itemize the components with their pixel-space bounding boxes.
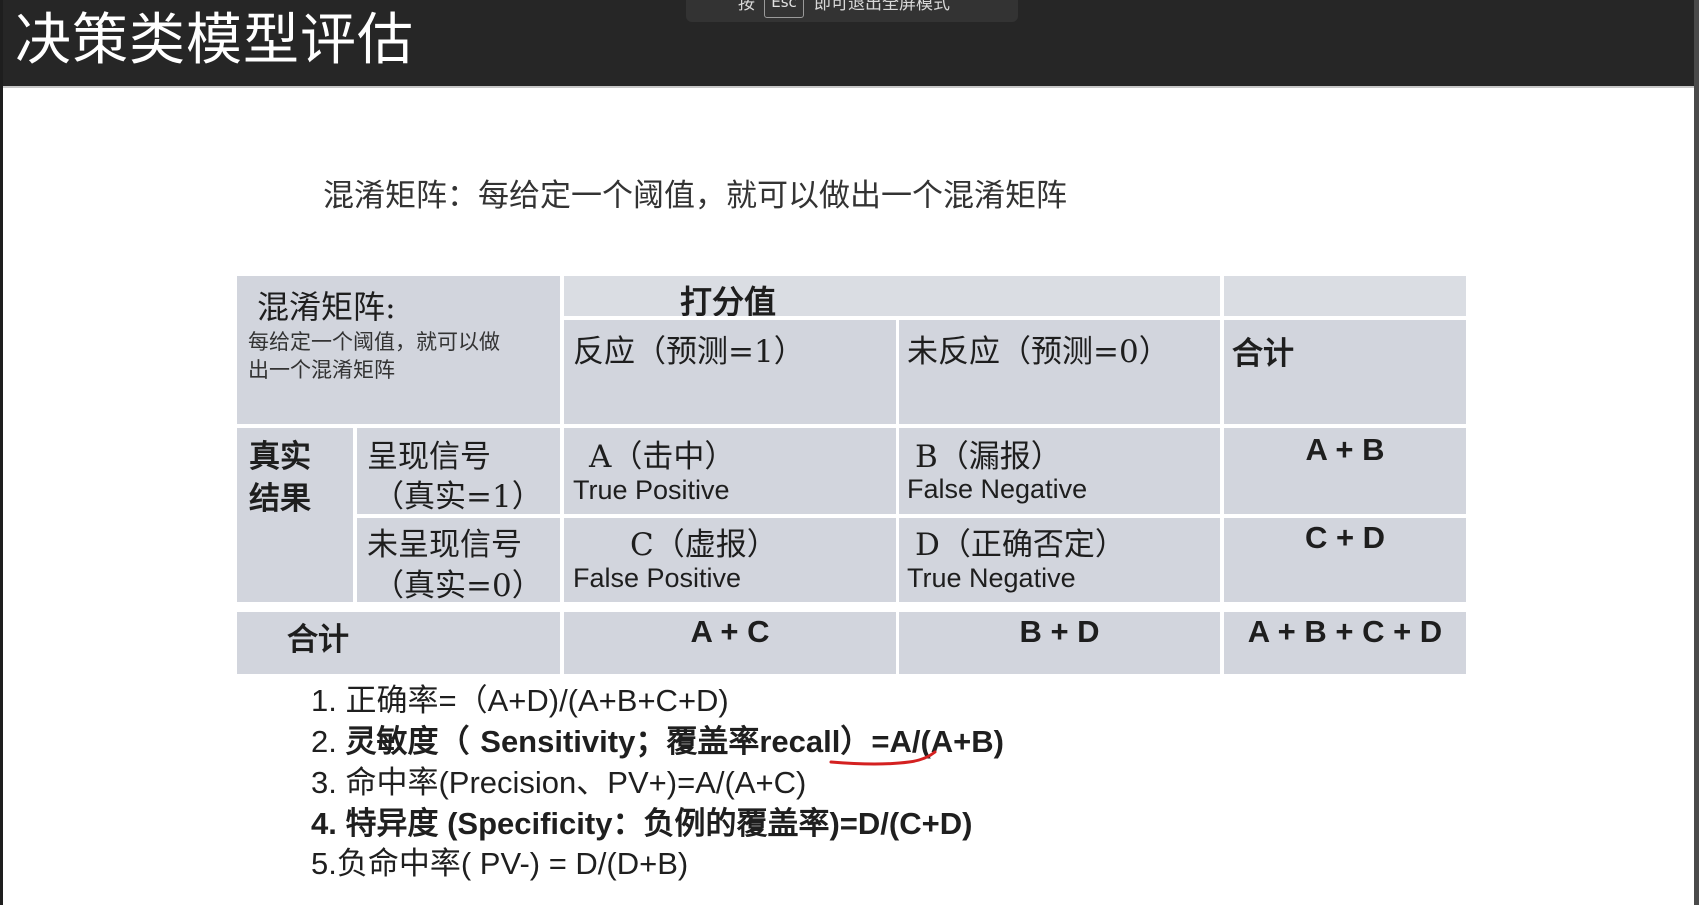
- recall-annotation-underline: [829, 750, 937, 766]
- cell-a-plus-b: A + B: [1224, 428, 1466, 514]
- esc-hint-suffix: 即可退出全屏模式: [814, 0, 950, 14]
- row-total-positive: A + B: [1305, 432, 1385, 467]
- corner-note-line-1: 每给定一个阈值，就可以做: [248, 330, 500, 354]
- col-header-negative: 未反应（预测=0）: [899, 320, 1220, 424]
- total-col-positive-cell: A + C: [564, 612, 896, 674]
- score-header-cell: 打分值: [564, 276, 1220, 316]
- col-header-total-label: 合计: [1232, 336, 1294, 372]
- col-header-total: 合计: [1224, 320, 1466, 424]
- total-row-label: 合计: [287, 622, 349, 658]
- cell-a-name: A（击中）: [589, 439, 736, 475]
- metric-precision: 3. 命中率(Precision、PV+)=A/(A+C): [311, 765, 807, 801]
- row-group-line-2: 结果: [249, 481, 311, 517]
- grand-total-cell: A + B + C + D: [1224, 612, 1466, 674]
- col-header-positive-label: 反应（预测=1）: [573, 334, 805, 370]
- cell-c-name: C（虚报）: [630, 527, 778, 563]
- cell-b-term: False Negative: [907, 474, 1088, 504]
- row-group-line-1: 真实: [249, 439, 311, 475]
- total-row-label-cell: 合计: [237, 612, 560, 674]
- col-header-positive: 反应（预测=1）: [564, 320, 896, 424]
- total-col-negative-cell: B + D: [899, 612, 1220, 674]
- row-label-positive-line-1: 呈现信号: [367, 439, 491, 475]
- esc-hint-prefix: 按: [738, 0, 755, 14]
- col-header-negative-label: 未反应（预测=0）: [907, 334, 1170, 370]
- row-label-negative-line-2: （真实=0）: [373, 568, 543, 602]
- metric-negative-predictive-value: 5.负命中率( PV-) = D/(D+B): [311, 846, 689, 882]
- total-col-negative: B + D: [1019, 614, 1100, 649]
- cell-d-term: True Negative: [907, 563, 1076, 593]
- row-total-negative: C + D: [1304, 520, 1386, 555]
- corner-cell: 混淆矩阵: 每给定一个阈值，就可以做 出一个混淆矩阵: [237, 276, 560, 424]
- score-header-blank-cell: [1224, 276, 1466, 316]
- cell-a: A（击中） True Positive: [564, 428, 896, 514]
- cell-b-name: B（漏报）: [915, 439, 1062, 475]
- grand-total: A + B + C + D: [1247, 614, 1443, 649]
- slide-subtitle: 混淆矩阵：每给定一个阈值，就可以做出一个混淆矩阵: [323, 178, 1067, 214]
- row-group-cell: 真实 结果: [237, 428, 353, 602]
- cell-b: B（漏报） False Negative: [899, 428, 1220, 514]
- corner-note-line-2: 出一个混淆矩阵: [248, 358, 395, 382]
- window-right-edge: [1694, 0, 1699, 905]
- cell-d-name: D（正确否定）: [915, 527, 1126, 563]
- cell-c: C（虚报） False Positive: [564, 518, 896, 602]
- score-header: 打分值: [680, 283, 777, 316]
- metric-specificity: 4. 特异度 (Specificity：负例的覆盖率)=D/(C+D): [311, 806, 973, 842]
- row-label-negative-line-1: 未呈现信号: [367, 527, 522, 563]
- cell-d: D（正确否定） True Negative: [899, 518, 1220, 602]
- metric-accuracy: 1. 正确率=（A+D)/(A+B+C+D): [311, 683, 729, 719]
- cell-a-term: True Positive: [573, 475, 730, 505]
- corner-title: 混淆矩阵:: [257, 288, 396, 326]
- slide-title: 决策类模型评估: [15, 8, 414, 73]
- fullscreen-exit-hint: 按 Esc 即可退出全屏模式: [686, 0, 1018, 22]
- row-label-positive: 呈现信号 （真实=1）: [357, 428, 560, 514]
- total-col-positive: A + C: [690, 614, 770, 649]
- row-label-positive-line-2: （真实=1）: [373, 479, 543, 514]
- esc-key-badge: Esc: [764, 0, 804, 18]
- cell-c-term: False Positive: [573, 563, 742, 593]
- cell-c-plus-d: C + D: [1224, 518, 1466, 602]
- slide: 决策类模型评估 混淆矩阵：每给定一个阈值，就可以做出一个混淆矩阵 混淆矩阵: 每…: [3, 0, 1694, 905]
- row-label-negative: 未呈现信号 （真实=0）: [357, 518, 560, 602]
